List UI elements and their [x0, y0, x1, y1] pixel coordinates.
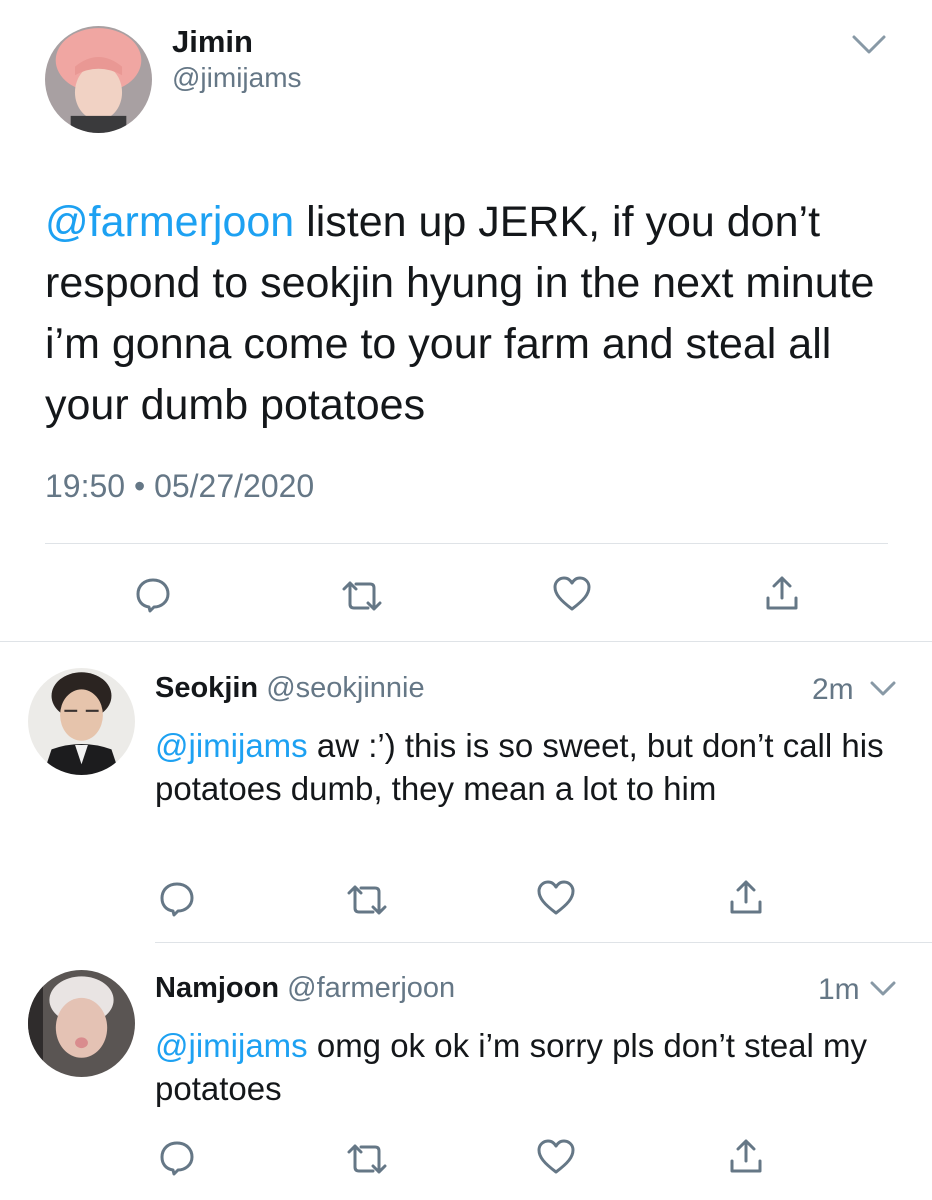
divider [0, 641, 932, 642]
avatar-seokjin[interactable] [28, 668, 135, 775]
reply-icon[interactable] [157, 879, 197, 919]
reply-icon[interactable] [133, 575, 173, 615]
share-icon[interactable] [727, 1137, 765, 1177]
mention-link[interactable]: @jimijams [155, 1027, 308, 1064]
author-handle[interactable]: @farmerjoon [287, 972, 455, 1004]
meta-separator: • [133, 468, 146, 504]
author-handle[interactable]: @jimijams [172, 62, 302, 94]
reply-time[interactable]: 2m [812, 673, 854, 707]
avatar-namjoon[interactable] [28, 970, 135, 1077]
reply-header: Seokjin @seokjinnie [155, 672, 425, 705]
chevron-down-icon[interactable] [851, 34, 887, 56]
author-name[interactable]: Seokjin [155, 672, 258, 704]
reply-time[interactable]: 1m [818, 973, 860, 1007]
like-icon[interactable] [552, 575, 592, 613]
share-icon[interactable] [763, 574, 801, 614]
reply-text: @jimijams aw :’) this is so sweet, but d… [155, 724, 895, 810]
reply-header: Namjoon @farmerjoon [155, 972, 455, 1005]
like-icon[interactable] [536, 1138, 576, 1176]
tweet-timestamp[interactable]: 19:50 • 05/27/2020 [45, 468, 314, 505]
author-name[interactable]: Jimin [172, 24, 253, 60]
divider [45, 543, 888, 544]
reply-icon[interactable] [157, 1138, 197, 1178]
tweet-time: 19:50 [45, 468, 126, 504]
retweet-icon[interactable] [345, 1141, 389, 1177]
divider [155, 942, 932, 943]
author-handle[interactable]: @seokjinnie [266, 672, 424, 704]
chevron-down-icon[interactable] [869, 980, 897, 998]
mention-link[interactable]: @farmerjoon [45, 198, 294, 246]
author-name[interactable]: Namjoon [155, 972, 279, 1004]
share-icon[interactable] [727, 878, 765, 918]
chevron-down-icon[interactable] [869, 680, 897, 698]
like-icon[interactable] [536, 879, 576, 917]
tweet-date: 05/27/2020 [154, 468, 315, 504]
tweet-text: @farmerjoon listen up JERK, if you don’t… [45, 192, 905, 436]
retweet-icon[interactable] [340, 578, 384, 614]
avatar-jimin[interactable] [45, 26, 152, 133]
reply-text: @jimijams omg ok ok i’m sorry pls don’t … [155, 1024, 905, 1110]
retweet-icon[interactable] [345, 882, 389, 918]
mention-link[interactable]: @jimijams [155, 727, 308, 764]
